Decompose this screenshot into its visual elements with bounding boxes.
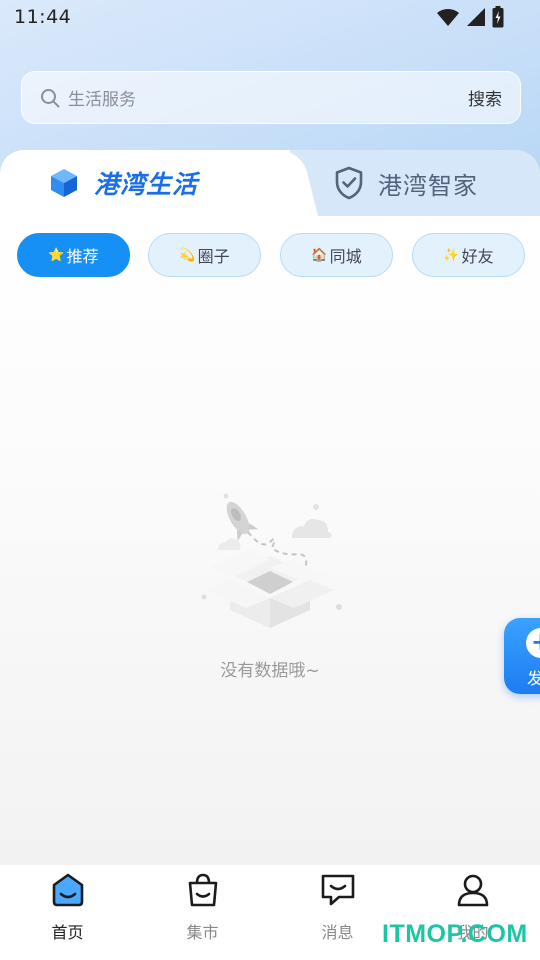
- post-fab-button[interactable]: + 发: [504, 618, 540, 694]
- dizzy-icon: 💫: [179, 247, 196, 263]
- user-icon: [457, 874, 488, 907]
- cube-icon: [51, 169, 77, 197]
- nav-market[interactable]: 集市: [135, 865, 270, 960]
- chip-friends[interactable]: ✨ 好友: [412, 233, 525, 277]
- battery-icon: [492, 6, 504, 28]
- status-time: 11:44: [14, 6, 72, 28]
- chip-circle-label: 圈子: [197, 247, 230, 266]
- watermark: ITMOP.COM: [382, 920, 528, 948]
- chip-local-label: 同城: [329, 247, 362, 266]
- tab-smart-home-label: 港湾智家: [378, 171, 478, 200]
- nav-market-label: 集市: [186, 923, 219, 942]
- sparkles-icon: ✨: [443, 247, 460, 263]
- search-button[interactable]: 搜索: [468, 85, 502, 110]
- chip-circle[interactable]: 💫 圈子: [148, 233, 261, 277]
- chip-local[interactable]: 🏠 同城: [280, 233, 393, 277]
- post-fab-label: 发: [527, 669, 540, 688]
- top-tabs: 港湾智家 港湾生活: [0, 150, 540, 216]
- chip-recommend-label: 推荐: [66, 247, 99, 266]
- cell-signal-icon: [467, 8, 485, 26]
- nav-home[interactable]: 首页: [0, 865, 135, 960]
- tab-life-label: 港湾生活: [94, 170, 199, 199]
- shopping-bag-icon: [188, 873, 217, 907]
- empty-box-illustration: [201, 493, 342, 628]
- nav-home-label: 首页: [51, 923, 84, 942]
- search-placeholder: 生活服务: [68, 90, 136, 110]
- search-input[interactable]: 生活服务 搜索: [21, 71, 521, 124]
- status-bar: 11:44: [0, 0, 540, 34]
- message-icon: [321, 874, 354, 906]
- empty-state: 没有数据哦~: [0, 490, 540, 690]
- plus-icon: +: [526, 628, 540, 658]
- chip-recommend[interactable]: ⭐ 推荐: [17, 233, 130, 277]
- house-icon: 🏠: [311, 247, 328, 263]
- nav-messages-label: 消息: [321, 923, 354, 942]
- search-icon: [41, 88, 60, 107]
- status-icons: [436, 6, 504, 28]
- wifi-icon: [437, 8, 459, 26]
- home-smile-icon: [52, 873, 83, 907]
- empty-state-text: 没有数据哦~: [220, 661, 320, 681]
- tab-life[interactable]: 港湾生活: [0, 150, 290, 216]
- category-chips: ⭐ 推荐 💫 圈子 🏠 同城 ✨ 好友: [17, 233, 527, 277]
- star-icon: ⭐: [48, 247, 65, 263]
- chip-friends-label: 好友: [461, 247, 494, 266]
- shield-check-icon: [335, 166, 363, 200]
